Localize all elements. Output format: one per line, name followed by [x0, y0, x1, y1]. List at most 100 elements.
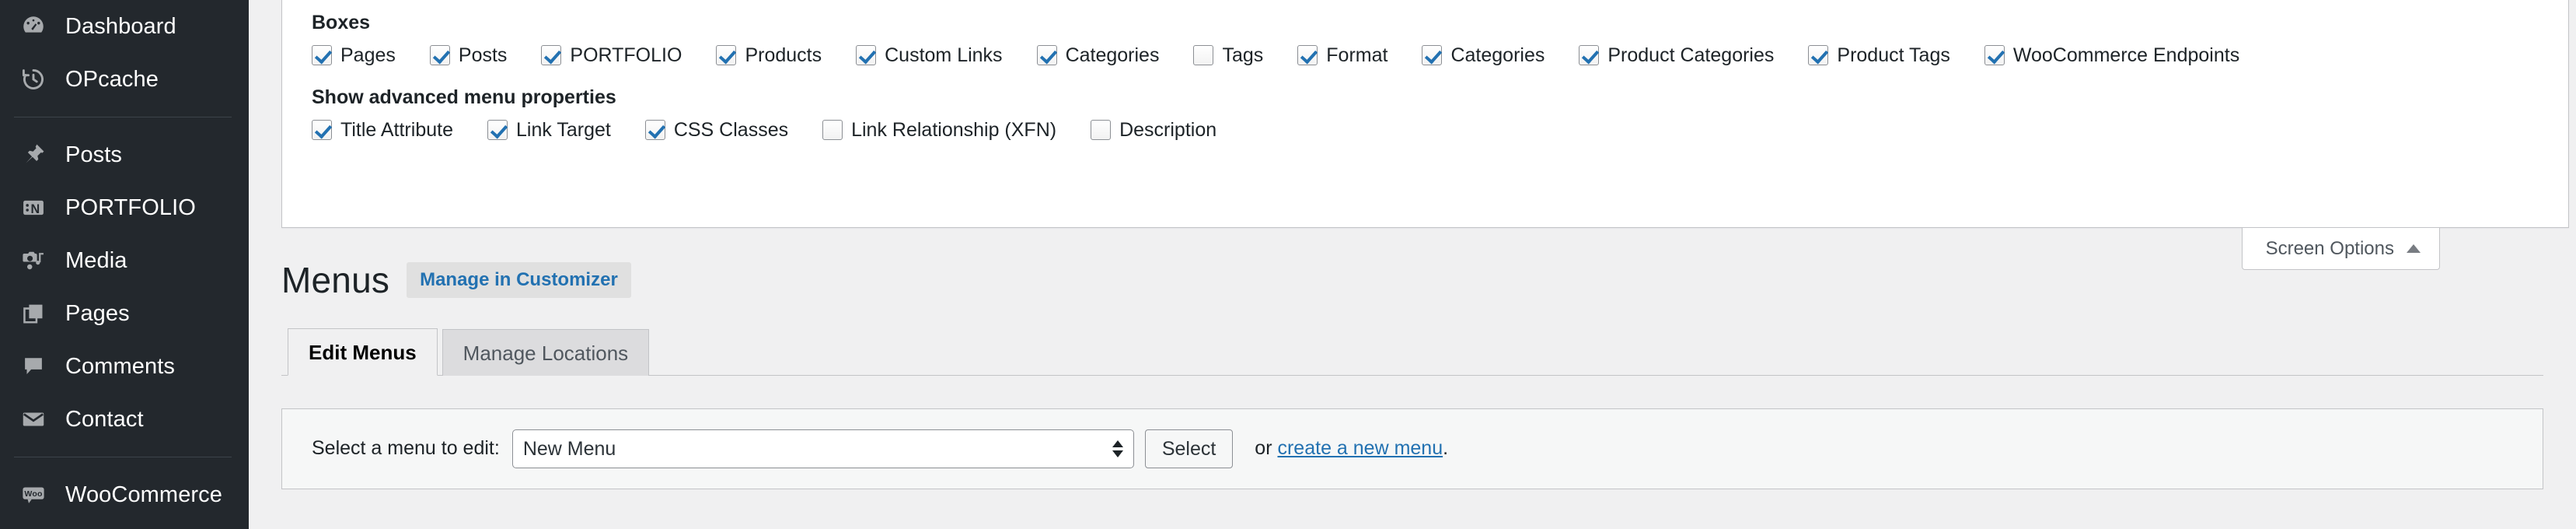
advanced-checkbox-2[interactable]: CSS Classes	[644, 118, 789, 141]
checkbox-label: Link Relationship (XFN)	[851, 118, 1057, 141]
sidebar-item-label: Pages	[65, 300, 130, 326]
boxes-checkbox-3[interactable]: Products	[716, 45, 822, 65]
admin-sidebar: Dashboard OPcache Posts N PORTFOLIO Medi…	[0, 0, 249, 529]
checkbox-label: CSS Classes	[673, 118, 789, 141]
checkbox-label: Custom Links	[885, 44, 1003, 66]
woo-icon: Woo	[17, 478, 50, 511]
advanced-checkbox-3[interactable]: Link Relationship (XFN)	[822, 120, 1056, 140]
sidebar-item-label: Dashboard	[65, 13, 176, 39]
checkbox-label: Product Tags	[1837, 44, 1950, 66]
checkbox-label: Description	[1119, 118, 1217, 141]
select-menu-dropdown[interactable]: New Menu	[511, 429, 1134, 468]
screen-options-panel: Boxes Pages Posts PORTFOLIO Products Custom …	[281, 0, 2569, 228]
nav-tab-wrapper: Edit Menus Manage Locations	[281, 328, 2543, 376]
advanced-checkbox-4[interactable]: Description	[1091, 120, 1216, 140]
boxes-checkbox-row: Pages Posts PORTFOLIO Products Custom Links C…	[312, 45, 2539, 65]
checkbox-checked-icon[interactable]	[1297, 45, 1318, 65]
checkbox-label: Title Attribute	[340, 118, 453, 141]
or-prefix: or	[1255, 437, 1278, 460]
checkbox-label: Tags	[1222, 44, 1264, 66]
dashboard-icon	[17, 10, 50, 43]
boxes-checkbox-0[interactable]: Pages	[312, 45, 396, 65]
checkbox-checked-icon[interactable]	[1036, 45, 1057, 65]
boxes-checkbox-8[interactable]: Categories	[1422, 45, 1545, 65]
checkbox-label: Posts	[458, 44, 508, 66]
advanced-checkbox-row: Title Attribute Link Target CSS Classes Lin…	[312, 120, 2539, 140]
advanced-legend: Show advanced menu properties	[312, 86, 616, 108]
media-camera-icon	[17, 244, 50, 277]
portfolio-icon: N	[17, 191, 50, 224]
checkbox-checked-icon[interactable]	[644, 120, 665, 140]
sidebar-item-contact[interactable]: Contact	[0, 393, 249, 446]
comments-icon	[17, 350, 50, 383]
checkbox-checked-icon[interactable]	[1422, 45, 1443, 65]
sidebar-item-portfolio[interactable]: N PORTFOLIO	[0, 181, 249, 234]
checkbox-checked-icon[interactable]	[716, 45, 737, 65]
create-new-menu-link[interactable]: create a new menu	[1277, 437, 1443, 459]
boxes-checkbox-10[interactable]: Product Tags	[1808, 44, 1950, 66]
checkbox-label: Format	[1326, 44, 1388, 66]
advanced-checkbox-0[interactable]: Title Attribute	[312, 120, 453, 140]
checkbox-label: Product Categories	[1607, 44, 1775, 66]
sidebar-item-posts[interactable]: Posts	[0, 128, 249, 181]
checkbox-label: Pages	[340, 44, 396, 66]
boxes-legend: Boxes	[312, 12, 371, 33]
checkbox-unchecked-icon[interactable]	[822, 120, 843, 140]
checkbox-checked-icon[interactable]	[1808, 45, 1829, 65]
checkbox-checked-icon[interactable]	[541, 45, 562, 65]
svg-text:N: N	[30, 202, 40, 216]
checkbox-checked-icon[interactable]	[312, 120, 332, 140]
checkbox-unchecked-icon[interactable]	[1193, 45, 1214, 65]
envelope-icon	[17, 403, 50, 436]
checkbox-checked-icon[interactable]	[856, 45, 877, 65]
page-header: Menus Manage in Customizer	[281, 236, 2543, 300]
create-menu-text: or create a new menu.	[1255, 437, 1448, 460]
sidebar-item-comments[interactable]: Comments	[0, 340, 249, 393]
boxes-checkbox-1[interactable]: Posts	[429, 44, 508, 66]
select-menu-wrapper: New Menu	[511, 429, 1134, 468]
manage-in-customizer-button[interactable]: Manage in Customizer	[407, 262, 631, 299]
checkbox-label: PORTFOLIO	[570, 44, 682, 66]
checkbox-checked-icon[interactable]	[312, 45, 332, 65]
tab-edit-menus[interactable]: Edit Menus	[288, 328, 438, 376]
advanced-checkbox-1[interactable]: Link Target	[487, 120, 611, 140]
sidebar-item-label: Contact	[65, 406, 144, 432]
checkbox-label: Categories	[1450, 44, 1545, 66]
svg-text:Woo: Woo	[24, 489, 43, 499]
checkbox-checked-icon[interactable]	[429, 45, 450, 65]
main-content: Menus Manage in Customizer Edit Menus Ma…	[249, 236, 2576, 529]
sidebar-item-label: OPcache	[65, 66, 159, 92]
sidebar-item-woocommerce[interactable]: Woo WooCommerce	[0, 468, 249, 521]
pages-icon	[17, 297, 50, 330]
boxes-checkbox-9[interactable]: Product Categories	[1579, 45, 1774, 65]
checkbox-checked-icon[interactable]	[1579, 45, 1600, 65]
boxes-checkbox-5[interactable]: Categories	[1036, 44, 1160, 66]
checkbox-unchecked-icon[interactable]	[1091, 120, 1112, 140]
checkbox-checked-icon[interactable]	[1984, 45, 2005, 65]
boxes-checkbox-2[interactable]: PORTFOLIO	[541, 45, 682, 65]
or-suffix: .	[1443, 437, 1449, 460]
sidebar-item-pages[interactable]: Pages	[0, 287, 249, 340]
select-menu-label: Select a menu to edit:	[312, 437, 500, 460]
checkbox-label: Categories	[1065, 44, 1160, 66]
tab-manage-locations[interactable]: Manage Locations	[442, 328, 650, 376]
wp-admin-screen: Dashboard OPcache Posts N PORTFOLIO Medi…	[0, 0, 2576, 529]
pin-icon	[17, 138, 50, 171]
checkbox-label: Products	[745, 44, 822, 66]
boxes-checkbox-11[interactable]: WooCommerce Endpoints	[1984, 45, 2239, 65]
menu-select-panel: Select a menu to edit: New Menu Select o…	[281, 408, 2543, 489]
sidebar-item-dashboard[interactable]: Dashboard	[0, 0, 249, 53]
sidebar-item-label: PORTFOLIO	[65, 194, 196, 220]
select-submit-button[interactable]: Select	[1144, 429, 1234, 468]
sidebar-item-label: Posts	[65, 142, 123, 167]
sidebar-item-media[interactable]: Media	[0, 234, 249, 287]
checkbox-label: Link Target	[515, 118, 611, 141]
boxes-checkbox-7[interactable]: Format	[1297, 45, 1387, 65]
boxes-checkbox-4[interactable]: Custom Links	[856, 44, 1003, 66]
sidebar-item-opcache[interactable]: OPcache	[0, 53, 249, 106]
boxes-checkbox-6[interactable]: Tags	[1193, 45, 1263, 65]
sidebar-item-label: WooCommerce	[65, 482, 223, 507]
checkbox-checked-icon[interactable]	[487, 120, 508, 140]
sidebar-item-label: Comments	[65, 353, 175, 379]
sidebar-item-label: Media	[65, 247, 127, 273]
